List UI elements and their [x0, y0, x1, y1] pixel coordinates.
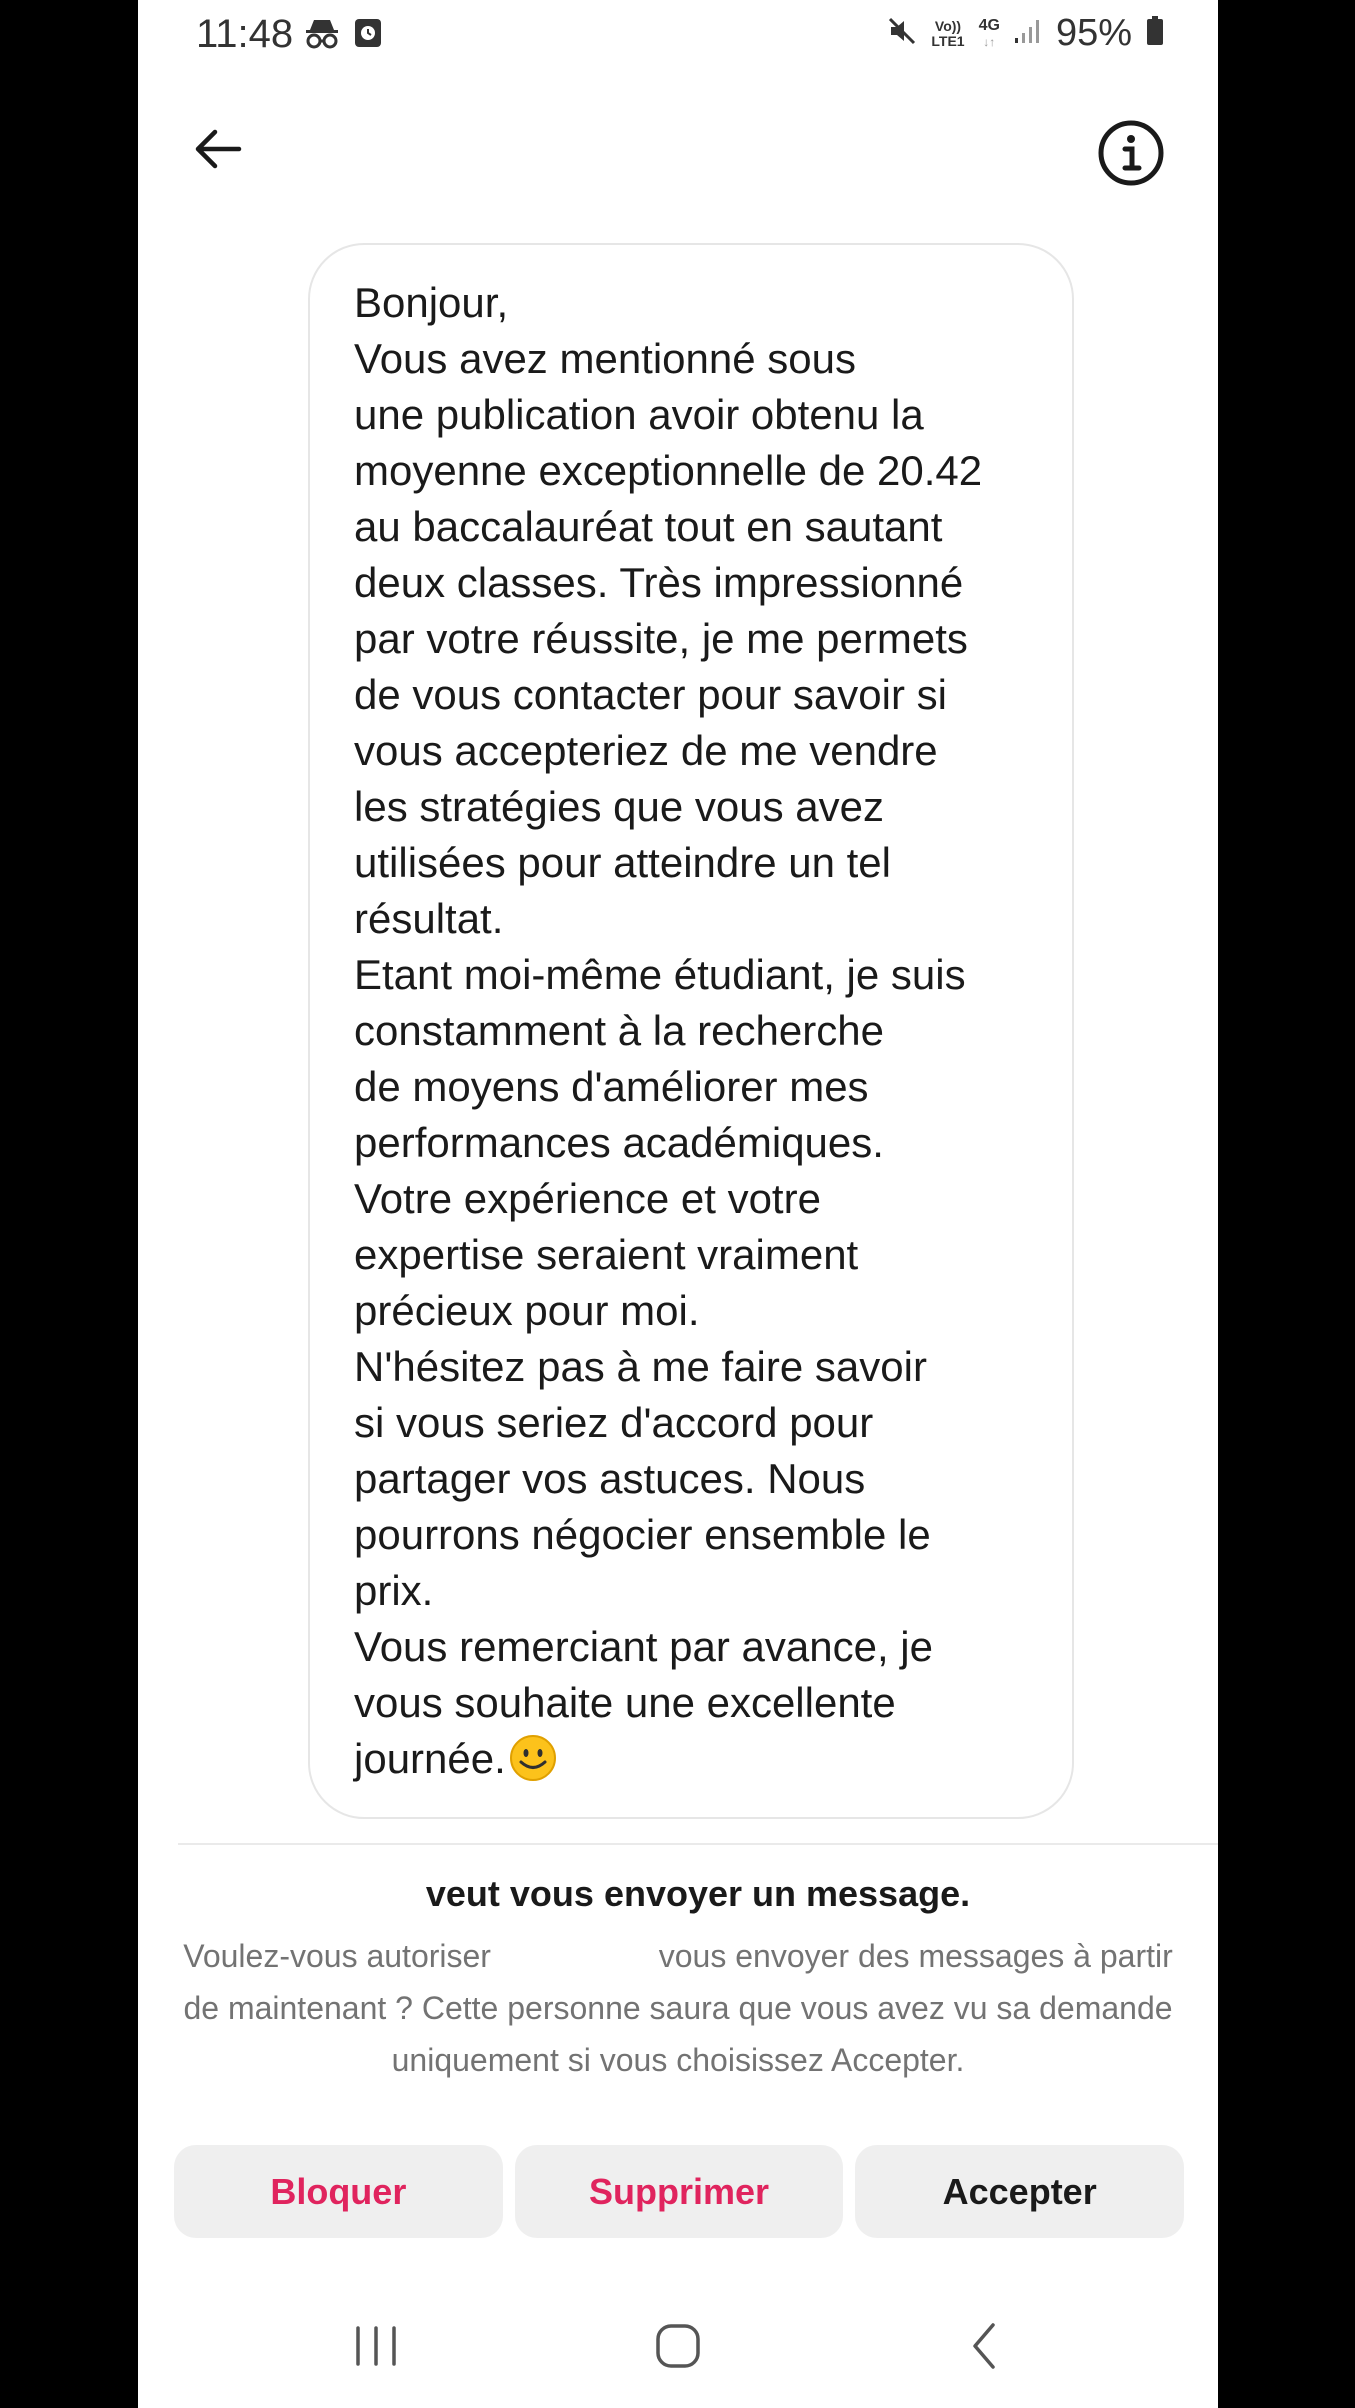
recent-apps-button[interactable]: [316, 2318, 436, 2378]
message-bubble[interactable]: Bonjour, Vous avez mentionné sous une pu…: [308, 243, 1074, 1819]
request-title: veut vous envoyer un message.: [425, 1873, 971, 1914]
message-text-container: Bonjour, Vous avez mentionné sous une pu…: [354, 275, 1044, 1787]
message-text: Bonjour, Vous avez mentionné sous une pu…: [354, 279, 983, 1782]
battery-icon: [1146, 16, 1164, 51]
back-button[interactable]: [178, 116, 258, 186]
divider: [178, 1843, 1218, 1845]
status-notification-icons: [304, 16, 382, 55]
home-icon: [654, 2322, 702, 2375]
arrow-left-icon: [193, 129, 243, 174]
signal-icon: [1014, 18, 1042, 49]
status-bar: 11:48 Vo)) LTE1 4G ↓↑ 95%: [138, 0, 1218, 70]
conversation-header: [138, 100, 1218, 200]
chevron-left-icon: [967, 2321, 1001, 2376]
request-actions: Bloquer Supprimer Accepter: [174, 2145, 1185, 2238]
info-button[interactable]: [1096, 118, 1166, 188]
accept-button[interactable]: Accepter: [855, 2145, 1185, 2238]
mute-icon: [887, 16, 917, 51]
incognito-icon: [304, 16, 340, 55]
smiling-face-emoji-icon: [508, 1733, 558, 1783]
home-button[interactable]: [618, 2318, 738, 2378]
screen-recorder-icon: [354, 18, 382, 53]
status-right-icons: Vo)) LTE1 4G ↓↑ 95%: [887, 12, 1164, 55]
status-time: 11:48: [196, 12, 294, 56]
phone-screen: 11:48 Vo)) LTE1 4G ↓↑ 95% Bonjour, Vous …: [138, 0, 1218, 2408]
info-icon: [1096, 120, 1166, 192]
battery-percent: 95%: [1055, 12, 1132, 54]
block-button[interactable]: Bloquer: [174, 2145, 503, 2238]
network-type-icon: 4G ↓↑: [978, 16, 1000, 49]
system-nav-bar: [138, 2290, 1218, 2408]
recent-apps-icon: [352, 2325, 400, 2372]
request-description: Voulez-vous autoriser vous envoyer des m…: [183, 1938, 1173, 2078]
volte-icon: Vo)) LTE1: [931, 17, 965, 49]
system-back-button[interactable]: [924, 2318, 1044, 2378]
delete-button[interactable]: Supprimer: [514, 2145, 844, 2238]
